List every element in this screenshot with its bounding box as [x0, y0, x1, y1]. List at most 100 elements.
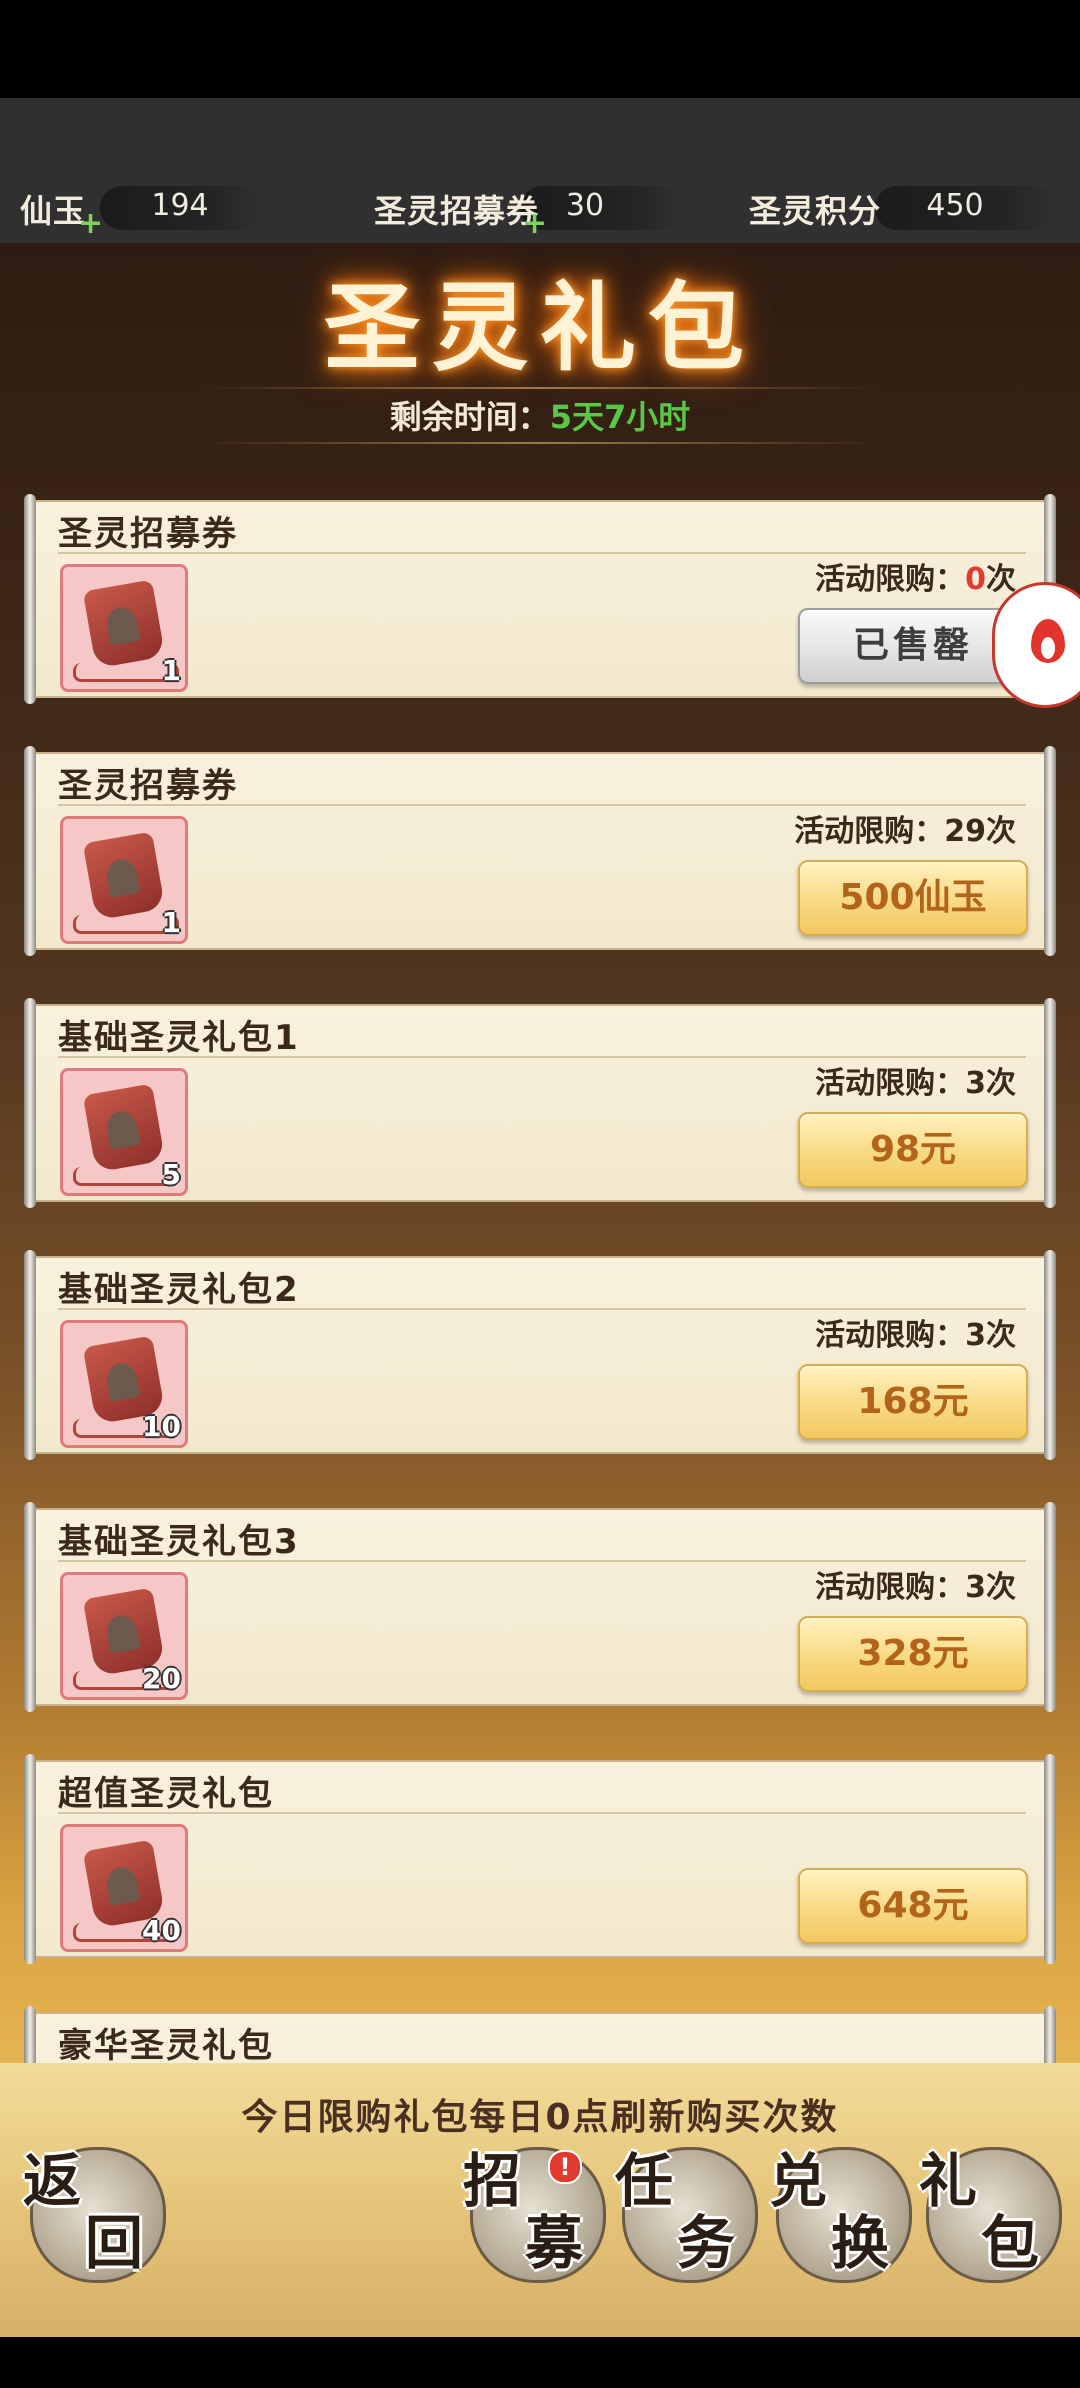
scroll-rod [1044, 998, 1056, 1208]
recruit-ticket-item-icon[interactable]: 20 [60, 1572, 188, 1700]
item-count: 1 [161, 906, 181, 939]
nav-char: 礼 [919, 2147, 978, 2215]
nav-char: 返 [23, 2147, 82, 2215]
countdown-label: 剩余时间： [389, 398, 550, 436]
scroll-rod [24, 998, 36, 1208]
pack-card: 圣灵招募券 1 活动限购：29次 500仙玉 [24, 746, 1056, 956]
page-title: 圣灵礼包 [324, 271, 756, 384]
recruit-ticket-item-icon[interactable]: 1 [60, 816, 188, 944]
limit-value: 3 [965, 1066, 986, 1101]
pack-name: 圣灵招募券 [58, 514, 238, 554]
limit-value: 0 [965, 562, 986, 597]
notification-badge: ! [548, 2150, 582, 2184]
pack-name: 圣灵招募券 [58, 766, 238, 806]
bag-icon [82, 579, 166, 669]
recruit-button[interactable]: 招 募 [463, 2147, 606, 2283]
currency-value: 450 [926, 188, 984, 223]
nav-char: 招 [463, 2147, 522, 2215]
flame-icon [1031, 619, 1065, 663]
hot-badge[interactable] [992, 582, 1080, 708]
pack-card: 基础圣灵礼包2 10 活动限购：3次 168元 [24, 1250, 1056, 1460]
pack-name: 超值圣灵礼包 [58, 1774, 274, 1814]
pack-name: 基础圣灵礼包2 [58, 1270, 300, 1310]
currency-label: 仙玉 [20, 192, 87, 230]
nav-char: 包 [981, 2209, 1040, 2277]
countdown: 剩余时间：5天7小时 [0, 392, 1080, 438]
recruit-ticket-item-icon[interactable]: 10 [60, 1320, 188, 1448]
currency-value: 194 [151, 188, 209, 223]
limit-value: 3 [965, 1570, 986, 1605]
currency-recruit-ticket: 圣灵招募券 + 30 [370, 178, 680, 242]
add-ticket-icon[interactable]: + [522, 206, 547, 241]
scroll-rod [24, 1502, 36, 1712]
pack-name: 基础圣灵礼包3 [58, 1522, 300, 1562]
nav-char: 回 [85, 2209, 144, 2277]
countdown-value: 5天7小时 [549, 398, 691, 436]
scroll-rod [1044, 1502, 1056, 1712]
currency-points: 圣灵积分 450 [745, 178, 1065, 242]
limit-unit: 次 [986, 1318, 1016, 1353]
scroll-rod [1044, 1754, 1056, 1964]
buy-button[interactable]: 648元 [798, 1868, 1028, 1944]
currency-value: 30 [565, 188, 605, 223]
recruit-ticket-item-icon[interactable]: 1 [60, 564, 188, 692]
scroll-rod [24, 1754, 36, 1964]
add-xianyu-icon[interactable]: + [78, 206, 103, 241]
limit-label: 活动限购： [815, 1570, 966, 1605]
divider [58, 1812, 1026, 1814]
purchase-limit: 活动限购：3次 [815, 1310, 1016, 1354]
purchase-limit: 活动限购：3次 [815, 1562, 1016, 1606]
bag-icon [82, 1083, 166, 1173]
exchange-button[interactable]: 兑 换 [769, 2147, 912, 2283]
buy-button[interactable]: 98元 [798, 1112, 1028, 1188]
scroll-rod [24, 494, 36, 704]
limit-label: 活动限购： [815, 1318, 966, 1353]
item-count: 40 [142, 1914, 181, 1947]
limit-unit: 次 [986, 1066, 1016, 1101]
buy-button[interactable]: 328元 [798, 1616, 1028, 1692]
limit-unit: 次 [986, 562, 1016, 597]
recruit-ticket-item-icon[interactable]: 5 [60, 1068, 188, 1196]
tasks-button[interactable]: 任 务 [615, 2147, 758, 2283]
nav-char: 兑 [769, 2147, 828, 2215]
bag-icon [82, 831, 166, 921]
limit-label: 活动限购： [815, 562, 966, 597]
pack-name: 基础圣灵礼包1 [58, 1018, 300, 1058]
pack-card: 基础圣灵礼包3 20 活动限购：3次 328元 [24, 1502, 1056, 1712]
item-count: 10 [142, 1410, 181, 1443]
currency-bar: 仙玉 + 194 圣灵招募券 + 30 圣灵积分 450 [0, 178, 1080, 242]
purchase-limit: 活动限购：3次 [815, 1058, 1016, 1102]
limit-label: 活动限购： [794, 814, 945, 849]
limit-unit: 次 [986, 1570, 1016, 1605]
pack-card: 圣灵招募券 1 活动限购：0次 已售罄 [24, 494, 1056, 704]
pack-card: 超值圣灵礼包 40 648元 [24, 1754, 1056, 1964]
purchase-limit: 活动限购：0次 [815, 554, 1016, 598]
nav-char: 换 [831, 2209, 890, 2277]
back-button[interactable]: 返 回 [23, 2147, 166, 2283]
limit-label: 活动限购： [815, 1066, 966, 1101]
nav-char: 务 [677, 2209, 736, 2277]
recruit-ticket-item-icon[interactable]: 40 [60, 1824, 188, 1952]
limit-unit: 次 [986, 814, 1016, 849]
item-count: 20 [142, 1662, 181, 1695]
scroll-rod [1044, 746, 1056, 956]
gift-pack-button[interactable]: 礼 包 [919, 2147, 1062, 2283]
buy-button[interactable]: 500仙玉 [798, 860, 1028, 936]
item-count: 1 [161, 654, 181, 687]
divider [200, 442, 880, 444]
scroll-rod [24, 1250, 36, 1460]
currency-xianyu: 仙玉 + 194 [0, 178, 300, 242]
divider [200, 387, 880, 389]
refresh-notice: 今日限购礼包每日0点刷新购买次数 [241, 2097, 839, 2138]
nav-char: 任 [615, 2147, 674, 2215]
purchase-limit: 活动限购：29次 [794, 806, 1016, 850]
currency-label: 圣灵招募券 [374, 192, 540, 230]
scroll-rod [24, 746, 36, 956]
limit-value: 29 [944, 814, 986, 849]
navigation-bar [0, 2337, 1080, 2388]
limit-value: 3 [965, 1318, 986, 1353]
buy-button[interactable]: 168元 [798, 1364, 1028, 1440]
status-bar [0, 0, 1080, 98]
pack-name: 豪华圣灵礼包 [58, 2026, 274, 2066]
scroll-rod [1044, 1250, 1056, 1460]
